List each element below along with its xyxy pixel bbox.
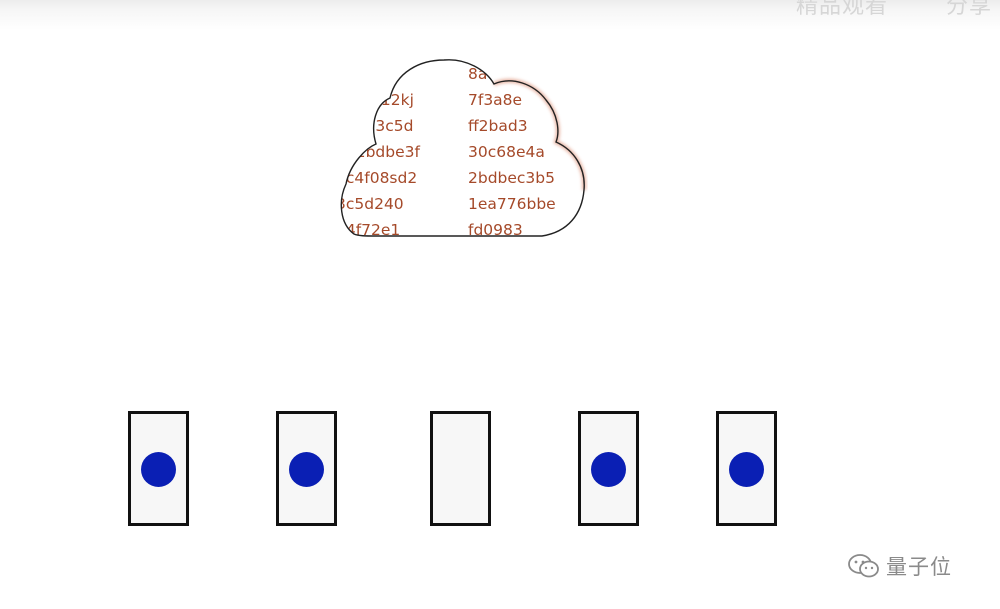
cloud-hash-right-column: 8a7f3a8eff2bad330c68e4a2bdbec3b51ea776bb… (468, 65, 556, 236)
cloud-hash-left-2: f51b212kj (336, 91, 414, 109)
device-4-dot (591, 452, 626, 487)
device-2 (276, 411, 337, 526)
wechat-icon (848, 554, 879, 578)
cloud-hash-right-3: ff2bad3 (468, 117, 528, 135)
caption-left: 精品观看 (796, 0, 889, 19)
device-2-dot (289, 452, 324, 487)
top-caption: 精品观看 分享 (796, 0, 992, 20)
cloud-hash-left-1: 8bea (336, 65, 375, 83)
device-1 (128, 411, 189, 526)
cloud-hash-left-4: 292bdbe3f (336, 143, 420, 161)
device-5-dot (729, 452, 764, 487)
device-4 (578, 411, 639, 526)
cloud-hash-right-6: 1ea776bbe (468, 195, 556, 213)
watermark: 量子位 (846, 548, 952, 584)
cloud-icon: 8beaf51b212kj8b623c5d292bdbe3f7c4f08sd23… (336, 59, 587, 237)
cloud: 8bea f51b212kj 8b623c5d 292bdbe3f 7c4f08sd2 3… (336, 56, 588, 246)
device-3 (430, 411, 491, 526)
diagram-canvas: 精品观看 分享 8bea f51b212kj 8b623c5d 292bdbe3f 7c4… (0, 0, 1000, 609)
caption-right: 分享 (946, 0, 993, 19)
cloud-hash-left-6: 3c5d240 (336, 195, 404, 213)
cloud-hash-right-2: 7f3a8e (468, 91, 522, 109)
cloud-hash-right-5: 2bdbec3b5 (468, 169, 555, 187)
cloud-hash-right-4: 30c68e4a (468, 143, 545, 161)
watermark-label: 量子位 (886, 555, 952, 579)
device-1-dot (141, 452, 176, 487)
device-5 (716, 411, 777, 526)
